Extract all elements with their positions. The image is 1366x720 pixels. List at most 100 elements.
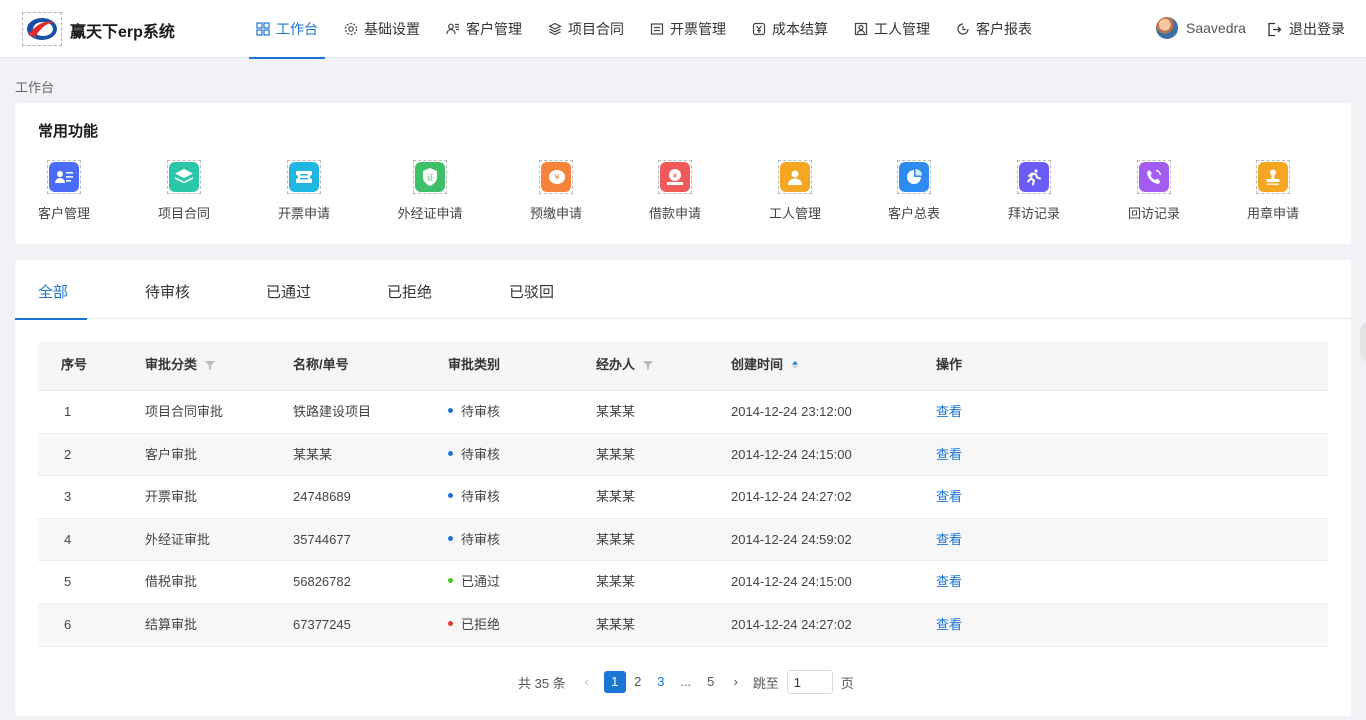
func-customer-management[interactable]: 客户管理 xyxy=(14,160,114,222)
cell-handler: 某某某 xyxy=(596,616,636,632)
nav-label: 工人管理 xyxy=(874,21,930,37)
func-seal-application[interactable]: 用章申请 xyxy=(1223,160,1323,222)
nav-cost-settlement[interactable]: 成本结算 xyxy=(745,0,835,58)
view-link[interactable]: 查看 xyxy=(936,561,962,603)
prev-page-button[interactable]: ‹ xyxy=(576,671,598,693)
func-visit-record[interactable]: 拜访记录 xyxy=(984,160,1084,222)
page-5[interactable]: 5 xyxy=(700,671,722,693)
view-link[interactable]: 查看 xyxy=(936,391,962,433)
func-certificate-application[interactable]: 证 外经证申请 xyxy=(380,160,480,222)
layers-icon xyxy=(167,160,201,194)
func-label: 外经证申请 xyxy=(397,206,463,221)
func-customer-summary[interactable]: 客户总表 xyxy=(864,160,964,222)
yen-icon xyxy=(752,22,766,36)
table-row: 1 项目合同审批 铁路建设项目 待审核 某某某 2014-12-24 23:12:00 查看 xyxy=(38,391,1328,434)
customers-icon xyxy=(446,22,460,36)
nav-label: 基础设置 xyxy=(364,21,420,37)
view-link[interactable]: 查看 xyxy=(936,519,962,561)
cell-status: 待审核 xyxy=(448,476,500,518)
cell-status: 待审核 xyxy=(448,519,500,561)
tab-pending[interactable]: 待审核 xyxy=(145,260,190,319)
func-prepayment-application[interactable]: ¥ 预缴申请 xyxy=(506,160,606,222)
cell-name: 56826782 xyxy=(293,574,351,590)
nav-dashboard[interactable]: 工作台 xyxy=(249,0,325,59)
func-project-contract[interactable]: 项目合同 xyxy=(134,160,234,222)
worker-icon xyxy=(854,22,868,36)
cell-created-time: 2014-12-24 24:15:00 xyxy=(731,446,852,462)
loan-icon: ¥ xyxy=(658,160,692,194)
func-label: 用章申请 xyxy=(1246,206,1299,221)
status-dot xyxy=(448,493,453,499)
cell-status: 待审核 xyxy=(448,434,500,476)
func-label: 客户总表 xyxy=(887,206,940,221)
cell-name: 铁路建设项目 xyxy=(293,404,372,419)
nav-label: 成本结算 xyxy=(772,21,828,37)
cell-created-time: 2014-12-24 24:59:02 xyxy=(731,531,852,547)
tab-returned[interactable]: 已驳回 xyxy=(509,260,554,319)
page-ellipsis[interactable]: ... xyxy=(675,671,697,693)
clock-icon xyxy=(956,22,970,36)
view-link[interactable]: 查看 xyxy=(936,476,962,518)
page-1[interactable]: 1 xyxy=(603,671,626,693)
cell-no: 6 xyxy=(64,616,72,632)
nav-label: 项目合同 xyxy=(568,21,624,37)
func-label: 开票申请 xyxy=(277,206,330,221)
table-row: 2 客户审批 某某某 待审核 某某某 2014-12-24 24:15:00 查看 xyxy=(38,433,1328,477)
cell-no: 5 xyxy=(64,574,72,590)
page-2[interactable]: 2 xyxy=(627,671,649,693)
func-invoice-application[interactable]: 开票申请 xyxy=(254,160,354,222)
logout-label: 退出登录 xyxy=(1289,21,1345,37)
user-profile[interactable]: Saavedra xyxy=(1156,17,1246,39)
nav-invoice[interactable]: 开票管理 xyxy=(643,0,733,58)
tab-all[interactable]: 全部 xyxy=(14,260,88,320)
cell-no: 3 xyxy=(64,489,72,505)
table-row: 5 借税审批 56826782 已通过 某某某 2014-12-24 24:15:00 查看 xyxy=(38,561,1328,604)
filter-icon[interactable] xyxy=(643,360,654,370)
worker-icon xyxy=(778,160,812,194)
col-type: 审批类别 xyxy=(448,357,501,372)
pagination: 共 35 条 ‹ 1 2 3 ... 5 › 跳至 页 xyxy=(518,670,854,694)
filter-icon[interactable] xyxy=(205,360,216,370)
invoice-icon xyxy=(650,22,664,36)
status-tabs: 全部 待审核 已通过 已拒绝 已驳回 xyxy=(14,260,1351,320)
cell-no: 2 xyxy=(64,446,72,462)
func-worker-management[interactable]: 工人管理 xyxy=(745,160,845,222)
app-logo[interactable] xyxy=(22,12,62,46)
func-loan-application[interactable]: ¥ 借款申请 xyxy=(625,160,725,222)
func-label: 拜访记录 xyxy=(1007,206,1060,221)
logo-icon xyxy=(27,18,57,40)
cell-handler: 某某某 xyxy=(596,446,636,462)
nav-customer-report[interactable]: 客户报表 xyxy=(949,0,1039,58)
tab-rejected[interactable]: 已拒绝 xyxy=(387,260,432,319)
dashboard-icon xyxy=(256,22,270,36)
nav-basic-settings[interactable]: 基础设置 xyxy=(337,0,427,58)
nav-project-contracts[interactable]: 项目合同 xyxy=(541,0,631,58)
func-label: 客户管理 xyxy=(37,206,90,221)
view-link[interactable]: 查看 xyxy=(936,434,962,476)
next-page-button[interactable]: › xyxy=(725,671,747,693)
col-action: 操作 xyxy=(936,357,963,372)
jump-page-input[interactable] xyxy=(786,670,833,694)
cell-no: 4 xyxy=(64,531,72,547)
jump-label: 跳至 xyxy=(752,675,779,691)
common-functions-card: 常用功能 客户管理 项目合同 开票申请 证 外经证申请 ¥ 预缴申请 ¥ 借款申… xyxy=(15,103,1351,244)
table-row: 4 外经证审批 35744677 待审核 某某某 2014-12-24 24:59:02 查… xyxy=(38,518,1328,562)
nav-workers[interactable]: 工人管理 xyxy=(847,0,937,58)
nav-label: 客户管理 xyxy=(466,21,522,37)
nav-customers[interactable]: 客户管理 xyxy=(439,0,529,58)
nav-label: 工作台 xyxy=(276,21,318,37)
func-revisit-record[interactable]: 回访记录 xyxy=(1104,160,1204,222)
col-category: 审批分类 xyxy=(145,342,216,388)
func-label: 预缴申请 xyxy=(529,206,582,221)
scroll-handle[interactable] xyxy=(1360,322,1366,362)
ticket-icon xyxy=(287,160,321,194)
cell-handler: 某某某 xyxy=(596,531,636,547)
logout-button[interactable]: 退出登录 xyxy=(1267,19,1345,39)
sort-icon[interactable] xyxy=(791,360,799,370)
page-3[interactable]: 3 xyxy=(650,671,672,693)
status-dot xyxy=(448,578,453,584)
tab-approved[interactable]: 已通过 xyxy=(266,260,311,319)
view-link[interactable]: 查看 xyxy=(936,604,962,646)
total-count: 共 35 条 xyxy=(518,675,566,691)
cell-name: 某某某 xyxy=(293,446,333,462)
